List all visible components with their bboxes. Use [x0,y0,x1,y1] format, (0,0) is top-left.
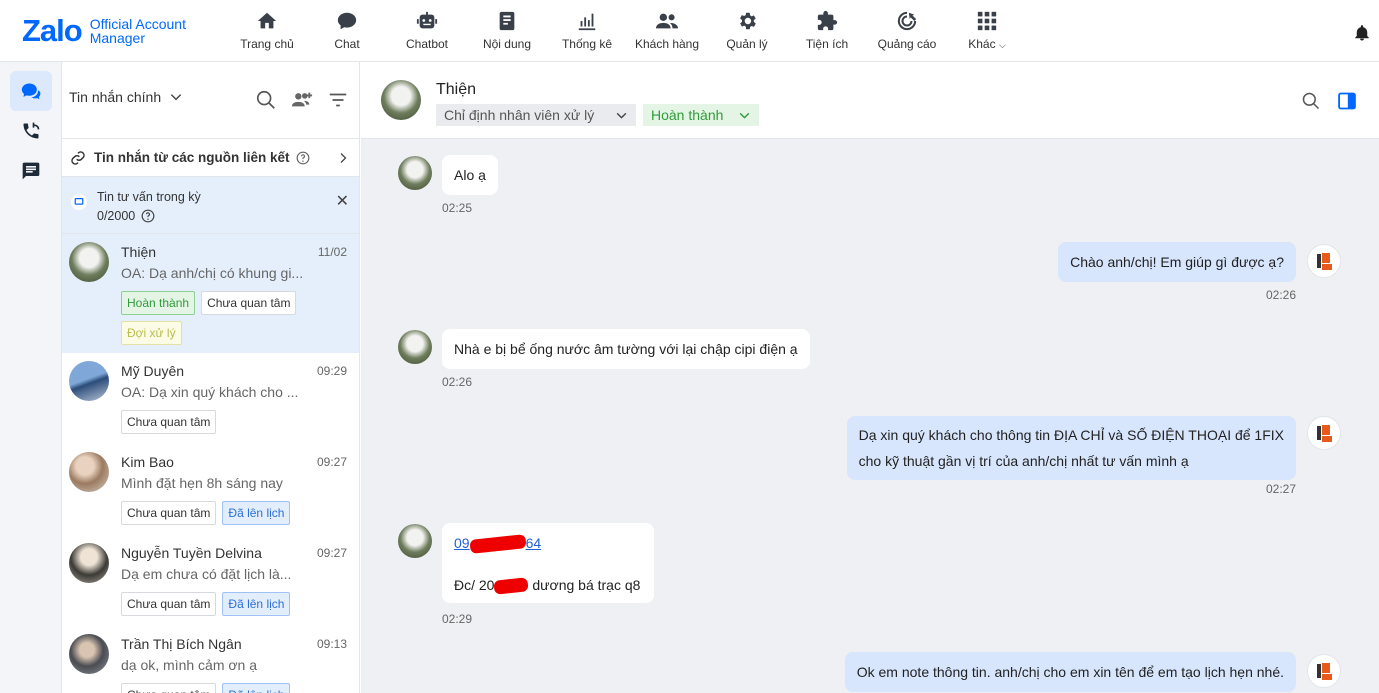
conversation-item-my-duyen[interactable]: Mỹ Duyên 09:29 OA: Dạ xin quý khách cho … [62,353,359,444]
message-bubble-incoming: Nhà e bị bể ống nước âm tường với lại ch… [442,329,810,369]
avatar [398,524,432,558]
nav-statistics[interactable]: Thống kê [547,10,627,51]
chat-header: Thiện Chỉ định nhân viên xử lý Hoàn thàn… [361,62,1379,139]
logo-wordmark: Zalo [22,13,83,48]
tag-not-interested: Chưa quan tâm [121,501,217,525]
avatar [69,452,109,492]
assign-staff-dropdown[interactable]: Chỉ định nhân viên xử lý [436,104,636,126]
message-bubble-incoming: 09 64 Đc/ 20 dương bá trạc q8 [442,523,654,603]
nav-customers[interactable]: Khách hàng [627,10,707,51]
chevron-down-icon [739,112,750,119]
tag-not-interested: Chưa quan tâm [121,683,217,693]
search-icon[interactable] [255,89,277,111]
link-icon [71,150,85,165]
avatar [69,242,109,282]
phone-number-link[interactable]: 09 64 [454,533,642,555]
sidebar-toggle-icon[interactable] [1337,91,1357,111]
conversation-item-tran-thi-bich-ngan[interactable]: Trần Thị Bích Ngân 09:13 dạ ok, mình cảm… [62,626,359,693]
tag-completed: Hoàn thành [121,291,196,315]
oa-logo-icon [1317,253,1332,270]
avatar [69,361,109,401]
oa-logo-icon [1317,425,1332,442]
avatar [69,543,109,583]
close-icon[interactable]: ✕ [336,191,349,211]
rail-calls-button[interactable] [10,111,52,151]
inbox-selector[interactable]: Tin nhắn chính [69,89,183,105]
rail-messages-button[interactable] [10,71,52,111]
top-navigation: Zalo Official Account Manager Trang chủ … [0,0,1379,62]
status-dropdown[interactable]: Hoàn thành [643,104,759,126]
linked-sources-row[interactable]: Tin nhắn từ các nguồn liên kết [62,139,359,177]
users-icon [656,13,678,29]
avatar[interactable] [381,80,421,120]
nav-more[interactable]: Khác ⌵ [947,10,1027,51]
chevron-down-icon [170,94,182,101]
chat-contact-name: Thiện [436,81,477,98]
oa-avatar [1307,244,1341,278]
conversation-item-kim-bao[interactable]: Kim Bao 09:27 Mình đặt hẹn 8h sáng nay C… [62,444,359,535]
add-user-icon[interactable] [291,89,313,111]
search-icon[interactable] [1301,91,1321,111]
message-bubble-incoming: Alo ạ [442,155,498,195]
rail-comments-button[interactable] [10,151,52,191]
avatar [398,156,432,190]
conversation-item-thien[interactable]: Thiện 11/02 OA: Dạ anh/chị có khung gi..… [62,234,359,353]
message-bubble-outgoing: Dạ xin quý khách cho thông tin ĐỊA CHỈ v… [846,416,1296,480]
bell-icon[interactable] [1353,24,1371,42]
tag-not-interested: Chưa quan tâm [121,592,217,616]
redaction-mark [468,534,527,555]
chart-icon [578,13,596,31]
tag-scheduled: Đã lên lịch [222,683,291,693]
conversation-list-panel: Tin nhắn chính Tin nhắn từ các nguồn liê… [62,62,360,693]
logo-subtitle: Official Account Manager [89,16,186,46]
oa-avatar [1307,654,1341,688]
megaphone-icon [897,11,917,31]
tag-not-interested: Chưa quan tâm [121,410,217,434]
chevron-right-icon [340,153,347,163]
message-square-icon [71,194,87,210]
zalo-oa-logo[interactable]: Zalo Official Account Manager [22,14,186,48]
help-icon[interactable] [141,209,155,223]
nav-home[interactable]: Trang chủ [227,10,307,51]
home-icon [257,12,277,29]
consult-quota-banner: Tin tư vấn trong kỳ 0/2000 ✕ [62,177,359,234]
nav-manage[interactable]: Quản lý [707,10,787,51]
comment-icon [22,162,40,180]
chevron-down-icon: ⌵ [998,40,1006,50]
article-icon [499,11,515,31]
conversation-item-nguyen-tuyen-delvina[interactable]: Nguyễn Tuyền Delvina 09:27 Dạ em chưa có… [62,535,359,626]
tag-scheduled: Đã lên lịch [222,592,291,616]
phone-call-icon [23,122,40,139]
oa-logo-icon [1317,663,1332,680]
nav-ads[interactable]: Quảng cáo [867,10,947,51]
icon-rail [0,62,62,693]
chat-icon [337,12,357,30]
chat-bubbles-icon [21,83,41,100]
chevron-down-icon [616,112,627,119]
nav-chatbot[interactable]: Chatbot [387,10,467,51]
filter-icon[interactable] [327,89,349,111]
gear-icon [740,12,756,30]
grid-icon [977,11,997,31]
nav-utilities[interactable]: Tiện ích [787,10,867,51]
quota-count: 0/2000 [97,209,136,223]
robot-icon [416,11,438,29]
redaction-mark [493,577,530,596]
message-bubble-outgoing: Ok em note thông tin. anh/chị cho em xin… [844,652,1296,692]
avatar [398,330,432,364]
help-icon[interactable] [296,151,310,165]
oa-avatar [1307,416,1341,450]
message-bubble-outgoing: Chào anh/chị! Em giúp gì được ạ? [1058,242,1296,282]
nav-content[interactable]: Nội dung [467,10,547,51]
avatar [69,634,109,674]
list-header: Tin nhắn chính [62,62,359,139]
puzzle-icon [817,10,838,31]
tag-not-interested: Chưa quan tâm [201,291,297,315]
tag-scheduled: Đã lên lịch [222,501,291,525]
nav-chat[interactable]: Chat [307,10,387,51]
chat-panel: Thiện Chỉ định nhân viên xử lý Hoàn thàn… [361,62,1379,693]
tag-pending: Đợi xử lý [121,321,182,345]
